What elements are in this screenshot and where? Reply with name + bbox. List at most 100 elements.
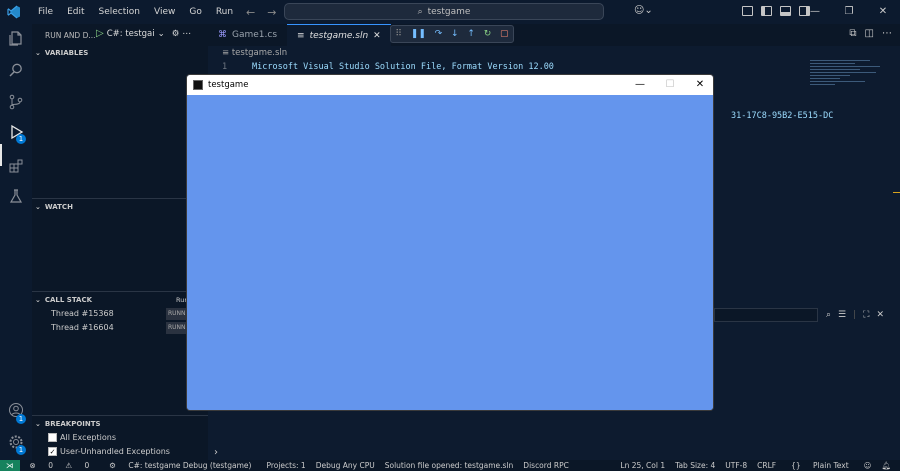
close-icon[interactable]: ✕: [373, 31, 381, 41]
remote-indicator[interactable]: ⋊: [0, 460, 20, 471]
debug-config-status[interactable]: ⚙ C#: testgame Debug (testgame): [99, 461, 261, 470]
restore-button[interactable]: ❐: [832, 0, 866, 24]
toggle-panel-icon[interactable]: [780, 6, 791, 16]
menu-edit[interactable]: Edit: [60, 0, 91, 24]
eol[interactable]: CRLF: [752, 461, 781, 470]
search-icon[interactable]: [7, 62, 25, 80]
debug-cpu-status[interactable]: Debug Any CPU: [311, 461, 380, 470]
language-mode[interactable]: {} Plain Text: [781, 461, 859, 470]
section-watch[interactable]: ⌄ WATCH: [32, 198, 208, 214]
maximize-panel-icon[interactable]: ⛶: [863, 310, 869, 320]
solution-status[interactable]: Solution file opened: testgame.sln: [380, 461, 519, 470]
debug-badge: 1: [16, 134, 26, 144]
notifications-bell-icon[interactable]: 🔔︎: [876, 461, 896, 470]
maximize-button[interactable]: ☐: [655, 75, 685, 95]
launch-config-label: C#: testgai: [106, 28, 155, 39]
breadcrumb[interactable]: ≡ testgame.sln: [222, 48, 287, 58]
forward-arrow-icon[interactable]: →: [267, 6, 276, 19]
menu-selection[interactable]: Selection: [92, 0, 147, 24]
section-variables[interactable]: ⌄ VARIABLES: [32, 45, 208, 61]
open-changes-icon[interactable]: ⧉: [849, 28, 856, 39]
game-window-controls: — ☐ ✕: [625, 75, 713, 95]
chevron-down-icon: ⌄: [35, 295, 41, 304]
game-window[interactable]: testgame — ☐ ✕: [186, 74, 714, 411]
panel-filter-input[interactable]: [714, 308, 818, 322]
panel-icons: ⌕ ☰ | ⛶ ✕: [826, 310, 884, 320]
minimize-button[interactable]: —: [798, 0, 832, 24]
problems-indicator[interactable]: ⊗ 0 ⚠ 0: [20, 461, 100, 470]
menu-go[interactable]: Go: [182, 0, 208, 24]
active-indicator: [0, 144, 2, 166]
menu-view[interactable]: View: [147, 0, 182, 24]
start-debug-icon[interactable]: ▷: [96, 28, 104, 39]
editor-tabs: ⌘ Game1.cs ≡ testgame.sln ✕: [208, 24, 900, 46]
game-window-title: testgame: [208, 80, 249, 90]
extensions-icon[interactable]: [7, 158, 25, 176]
tab-testgame-sln[interactable]: ≡ testgame.sln ✕: [287, 24, 391, 46]
copilot-icon[interactable]: ☺⌄: [634, 5, 653, 16]
stop-icon[interactable]: ▢: [500, 29, 509, 39]
section-variables-label: VARIABLES: [44, 49, 89, 57]
more-actions-icon[interactable]: ⋯: [882, 28, 892, 39]
launch-config-selector[interactable]: ▷ C#: testgai ⌄ ⚙ ⋯: [96, 28, 191, 39]
tab-game1-cs[interactable]: ⌘ Game1.cs: [208, 24, 287, 46]
copilot-status-icon[interactable]: ☺: [859, 461, 877, 470]
minimap[interactable]: [810, 60, 890, 120]
search-icon: ⌕: [417, 6, 423, 17]
game-window-titlebar[interactable]: testgame — ☐ ✕: [187, 75, 713, 95]
title-bar: File Edit Selection View Go Run ← → ⌕ te…: [0, 0, 900, 24]
error-icon: ⊗: [29, 461, 36, 470]
line-number: 1: [222, 62, 228, 72]
close-button[interactable]: ✕: [685, 75, 713, 95]
gear-icon[interactable]: ⚙: [172, 29, 180, 39]
filter-list-icon[interactable]: ☰: [838, 310, 846, 320]
more-icon[interactable]: ⋯: [182, 29, 191, 39]
command-center[interactable]: ⌕ testgame: [284, 3, 604, 20]
game-canvas[interactable]: [187, 95, 713, 410]
tab-label: Game1.cs: [232, 30, 278, 40]
source-control-icon[interactable]: [7, 94, 25, 112]
pause-icon[interactable]: ❚❚: [411, 29, 426, 39]
step-over-icon[interactable]: ↷: [435, 29, 443, 39]
search-icon[interactable]: ⌕: [826, 310, 831, 320]
accounts-badge: 1: [16, 414, 26, 424]
close-icon[interactable]: ✕: [876, 310, 884, 320]
step-out-icon[interactable]: ↑: [467, 29, 475, 39]
file-lines-icon: ≡: [297, 30, 305, 41]
toggle-sidebar-icon[interactable]: [761, 6, 772, 16]
minimize-button[interactable]: —: [625, 75, 655, 95]
chevron-down-icon: ⌄: [35, 49, 41, 57]
menu-run[interactable]: Run: [209, 0, 240, 24]
cursor-position[interactable]: Ln 25, Col 1: [615, 461, 670, 470]
split-editor-icon[interactable]: ◫: [865, 28, 874, 39]
thread-row[interactable]: Thread #15368: [51, 309, 114, 318]
panel-find-bar: ⌕ ☰ | ⛶ ✕: [714, 306, 900, 324]
section-call-stack-label: CALL STACK: [44, 295, 93, 304]
discord-rpc-status[interactable]: Discord RPC: [518, 461, 574, 470]
drag-handle-icon[interactable]: ⠿: [395, 29, 402, 39]
flask-icon[interactable]: [7, 188, 25, 206]
projects-status[interactable]: Projects: 1: [261, 461, 310, 470]
restart-icon[interactable]: ↻: [484, 29, 492, 39]
breakpoint-label: User-Unhandled Exceptions: [60, 447, 170, 456]
vscode-logo-icon: [7, 5, 20, 19]
checkbox[interactable]: [48, 433, 57, 442]
checkbox-checked[interactable]: ✓: [48, 447, 57, 456]
code-line[interactable]: Microsoft Visual Studio Solution File, F…: [252, 62, 554, 72]
back-arrow-icon[interactable]: ←: [246, 6, 255, 19]
step-into-icon[interactable]: ↓: [451, 29, 459, 39]
thread-row[interactable]: Thread #16604: [51, 323, 114, 332]
encoding[interactable]: UTF-8: [720, 461, 752, 470]
close-button[interactable]: ✕: [866, 0, 900, 24]
files-icon[interactable]: [7, 30, 25, 48]
chevron-right-icon[interactable]: ›: [214, 447, 218, 458]
customize-layout-icon[interactable]: [742, 6, 753, 16]
section-breakpoints[interactable]: ⌄ BREAKPOINTS: [32, 415, 208, 431]
section-call-stack[interactable]: ⌄ CALL STACK Run: [32, 291, 208, 307]
menu-file[interactable]: File: [31, 0, 60, 24]
editor-actions: ⧉ ◫ ⋯: [849, 28, 892, 39]
thread-state-badge: RUNN: [166, 308, 188, 320]
tab-size[interactable]: Tab Size: 4: [670, 461, 720, 470]
warning-icon: ⚠: [65, 461, 73, 470]
status-right: Ln 25, Col 1 Tab Size: 4 UTF-8 CRLF {} P…: [615, 460, 896, 471]
